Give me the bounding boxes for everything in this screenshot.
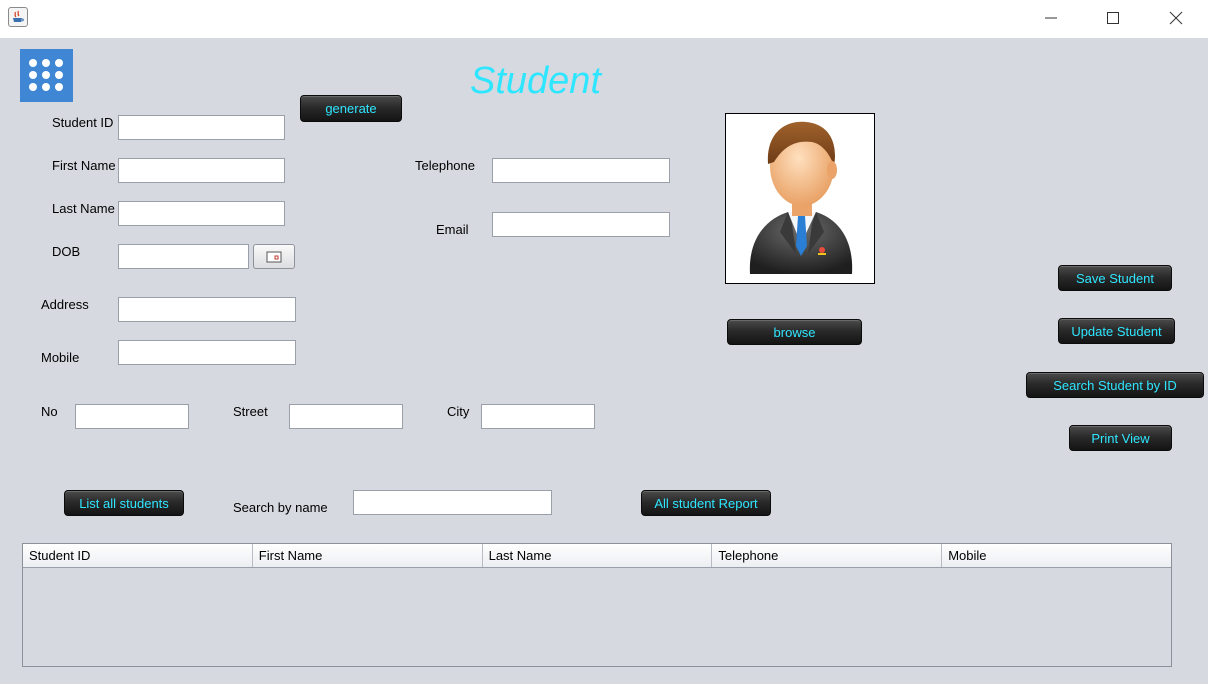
search-by-name-label: Search by name: [233, 500, 328, 515]
column-header-mobile[interactable]: Mobile: [942, 544, 1171, 567]
title-bar: [0, 0, 1208, 38]
mobile-field[interactable]: [118, 340, 296, 365]
email-label: Email: [436, 222, 469, 237]
column-header-first-name[interactable]: First Name: [253, 544, 483, 567]
date-picker-button[interactable]: [253, 244, 295, 269]
minimize-icon: [1045, 17, 1057, 19]
update-student-button[interactable]: Update Student: [1058, 318, 1175, 344]
student-photo: [725, 113, 875, 284]
city-label: City: [447, 404, 470, 419]
person-avatar-icon: [749, 121, 853, 274]
all-student-report-button[interactable]: All student Report: [641, 490, 771, 516]
page-title: Student: [470, 60, 601, 102]
email-field[interactable]: [492, 212, 670, 237]
no-field[interactable]: [75, 404, 189, 429]
address-field[interactable]: [118, 297, 296, 322]
list-all-students-button[interactable]: List all students: [64, 490, 184, 516]
dob-label: DOB: [52, 244, 81, 259]
student-id-field[interactable]: [118, 115, 285, 140]
dob-field[interactable]: [118, 244, 249, 269]
telephone-field[interactable]: [492, 158, 670, 183]
search-student-by-id-button[interactable]: Search Student by ID: [1026, 372, 1204, 398]
maximize-icon: [1107, 12, 1119, 24]
last-name-field[interactable]: [118, 201, 285, 226]
print-view-button[interactable]: Print View: [1069, 425, 1172, 451]
minimize-button[interactable]: [1028, 0, 1074, 36]
search-by-name-input[interactable]: [353, 490, 552, 515]
street-field[interactable]: [289, 404, 403, 429]
telephone-label: Telephone: [415, 158, 475, 173]
save-student-button[interactable]: Save Student: [1058, 265, 1172, 291]
column-header-student-id[interactable]: Student ID: [23, 544, 253, 567]
mobile-label: Mobile: [41, 350, 80, 365]
student-id-label: Student ID: [52, 115, 114, 130]
no-label: No: [41, 404, 58, 419]
address-label: Address: [41, 297, 89, 312]
last-name-label: Last Name: [52, 201, 115, 216]
column-header-telephone[interactable]: Telephone: [712, 544, 943, 567]
apps-grid-icon[interactable]: [20, 49, 73, 102]
calendar-icon: [266, 251, 282, 262]
close-icon: [1169, 11, 1183, 25]
java-app-icon: [8, 7, 28, 27]
close-button[interactable]: [1153, 0, 1199, 36]
browse-button[interactable]: browse: [727, 319, 862, 345]
generate-button[interactable]: generate: [300, 95, 402, 122]
students-table[interactable]: Student ID First Name Last Name Telephon…: [22, 543, 1172, 667]
maximize-button[interactable]: [1090, 0, 1136, 36]
first-name-label: First Name: [52, 158, 116, 173]
column-header-last-name[interactable]: Last Name: [483, 544, 713, 567]
city-field[interactable]: [481, 404, 595, 429]
table-header: Student ID First Name Last Name Telephon…: [23, 544, 1171, 568]
street-label: Street: [233, 404, 268, 419]
first-name-field[interactable]: [118, 158, 285, 183]
